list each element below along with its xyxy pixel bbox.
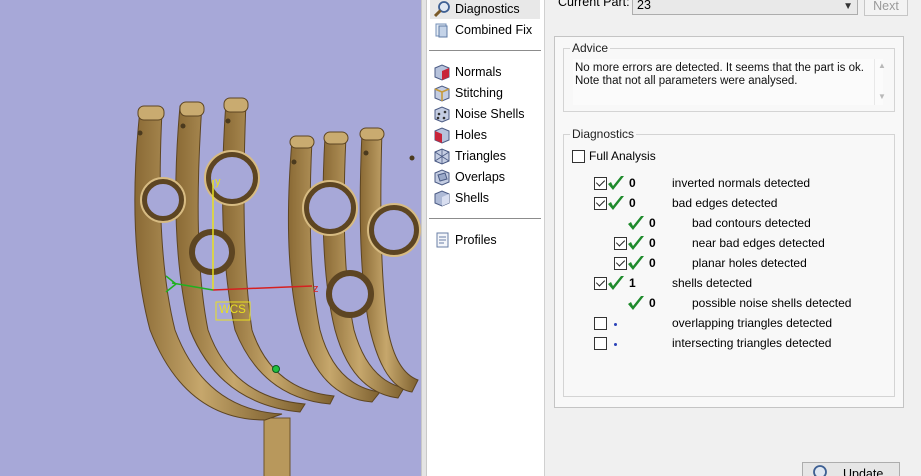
- diagnostic-count: 0: [629, 196, 636, 210]
- profiles-page-icon: [436, 232, 449, 248]
- diagnostic-checkbox[interactable]: [594, 197, 607, 210]
- diagnostic-count: 0: [649, 236, 656, 250]
- nav-item-holes[interactable]: Holes: [430, 125, 540, 145]
- diagnostic-checkbox[interactable]: [614, 237, 627, 250]
- diagnostic-label: inverted normals detected: [672, 176, 811, 190]
- normals-cube-icon: [434, 64, 450, 81]
- diagnostics-page: Current Part: 23 ▼ Next Advice No more e…: [546, 0, 921, 476]
- scroll-up-icon[interactable]: ▲: [878, 61, 886, 70]
- chevron-down-icon: ▼: [843, 1, 853, 12]
- checkmark-icon: [608, 276, 624, 290]
- checkmark-icon: [628, 216, 644, 230]
- checkmark-icon: [628, 296, 644, 310]
- full-analysis-checkbox[interactable]: [572, 149, 585, 163]
- advice-scrollbar[interactable]: ▲ ▼: [874, 59, 888, 105]
- diagnostic-label: near bad edges detected: [692, 236, 825, 250]
- nav-label: Combined Fix: [455, 23, 533, 37]
- diagnostic-label: intersecting triangles detected: [672, 336, 832, 350]
- diagnostic-checkbox[interactable]: [594, 317, 607, 330]
- checkmark-icon: [628, 256, 644, 270]
- diagnostic-checkbox[interactable]: [614, 257, 627, 270]
- nav-label: Diagnostics: [455, 2, 520, 16]
- repair-navigation-panel: Diagnostics Combined Fix Normals Stitchi…: [427, 0, 545, 476]
- diagnostic-label: shells detected: [672, 276, 753, 290]
- checkmark-icon: [628, 236, 644, 250]
- advice-group: Advice No more errors are detected. It s…: [563, 41, 895, 112]
- checkmark-icon: [608, 196, 624, 210]
- nav-label: Holes: [455, 128, 487, 142]
- nav-label: Noise Shells: [455, 107, 525, 121]
- overlaps-cube-icon: [434, 169, 450, 186]
- update-button[interactable]: Update: [802, 462, 900, 476]
- diagnostic-label: planar holes detected: [692, 256, 807, 270]
- stitching-cube-icon: [434, 85, 450, 102]
- diagnostic-count: 0: [629, 176, 636, 190]
- axis-y-label: y: [215, 176, 221, 188]
- nav-item-normals[interactable]: Normals: [430, 62, 540, 82]
- diagnostic-label: possible noise shells detected: [692, 296, 852, 310]
- advice-line-2: Note that not all parameters were analys…: [575, 75, 798, 87]
- nav-label: Shells: [455, 191, 490, 205]
- diagnostic-checkbox[interactable]: [594, 177, 607, 190]
- nav-item-stitching[interactable]: Stitching: [430, 83, 540, 103]
- diagnostics-group: Diagnostics Full Analysis 0 inverted norm…: [563, 127, 900, 476]
- diagnostic-label: overlapping triangles detected: [672, 316, 833, 330]
- 3d-viewport[interactable]: y z WCS: [0, 0, 421, 476]
- nav-item-diagnostics[interactable]: Diagnostics: [430, 0, 540, 19]
- diagnostic-checkbox[interactable]: [594, 337, 607, 350]
- nav-label: Triangles: [455, 149, 506, 163]
- advice-text: No more errors are detected. It seems th…: [573, 59, 883, 105]
- holes-cube-icon: [434, 127, 450, 144]
- scroll-down-icon[interactable]: ▼: [878, 92, 886, 101]
- part-model-render: [134, 97, 421, 476]
- diagnostics-panel: Advice No more errors are detected. It s…: [554, 36, 904, 476]
- nav-item-profiles[interactable]: Profiles: [430, 230, 540, 250]
- advice-title: Advice: [570, 41, 611, 55]
- checkmark-icon: [608, 176, 624, 190]
- nav-label: Stitching: [455, 86, 503, 100]
- current-part-value: 23: [637, 0, 651, 12]
- diagnostic-checkbox[interactable]: [594, 277, 607, 290]
- diagnostic-label: bad contours detected: [692, 216, 811, 230]
- nav-label: Overlaps: [455, 170, 506, 184]
- magnifier-icon: [813, 465, 827, 476]
- axis-z-label: z: [313, 283, 319, 295]
- nav-item-shells[interactable]: Shells: [430, 188, 540, 208]
- advice-line-1: No more errors are detected. It seems th…: [575, 62, 864, 74]
- diagnostic-count: 0: [649, 256, 656, 270]
- nav-item-overlaps[interactable]: Overlaps: [430, 167, 540, 187]
- triangles-cube-icon: [434, 148, 450, 165]
- next-button[interactable]: Next: [864, 0, 908, 16]
- noise-shells-cube-icon: [434, 106, 450, 123]
- current-part-label: Current Part:: [558, 0, 630, 9]
- full-analysis-row[interactable]: Full Analysis: [572, 147, 656, 165]
- diagnostic-label: bad edges detected: [672, 196, 778, 210]
- pending-dot-icon: [614, 343, 617, 346]
- diagnostic-count: 0: [649, 296, 656, 310]
- magnifier-icon: [433, 1, 450, 18]
- combined-fix-icon: [435, 23, 448, 38]
- nav-item-triangles[interactable]: Triangles: [430, 146, 540, 166]
- current-part-dropdown[interactable]: 23 ▼: [632, 0, 858, 15]
- wcs-label: WCS: [219, 304, 246, 316]
- nav-separator: [429, 218, 541, 219]
- nav-item-combined-fix[interactable]: Combined Fix: [430, 20, 540, 40]
- update-label: Update: [843, 467, 884, 476]
- nav-separator: [429, 50, 541, 51]
- nav-label: Normals: [455, 65, 502, 79]
- shells-cube-icon: [434, 190, 450, 207]
- pending-dot-icon: [614, 323, 617, 326]
- nav-item-noise-shells[interactable]: Noise Shells: [430, 104, 540, 124]
- full-analysis-label: Full Analysis: [589, 149, 656, 163]
- diagnostic-count: 0: [649, 216, 656, 230]
- diagnostic-count: 1: [629, 276, 636, 290]
- nav-label: Profiles: [455, 233, 497, 247]
- diagnostics-title: Diagnostics: [570, 127, 637, 141]
